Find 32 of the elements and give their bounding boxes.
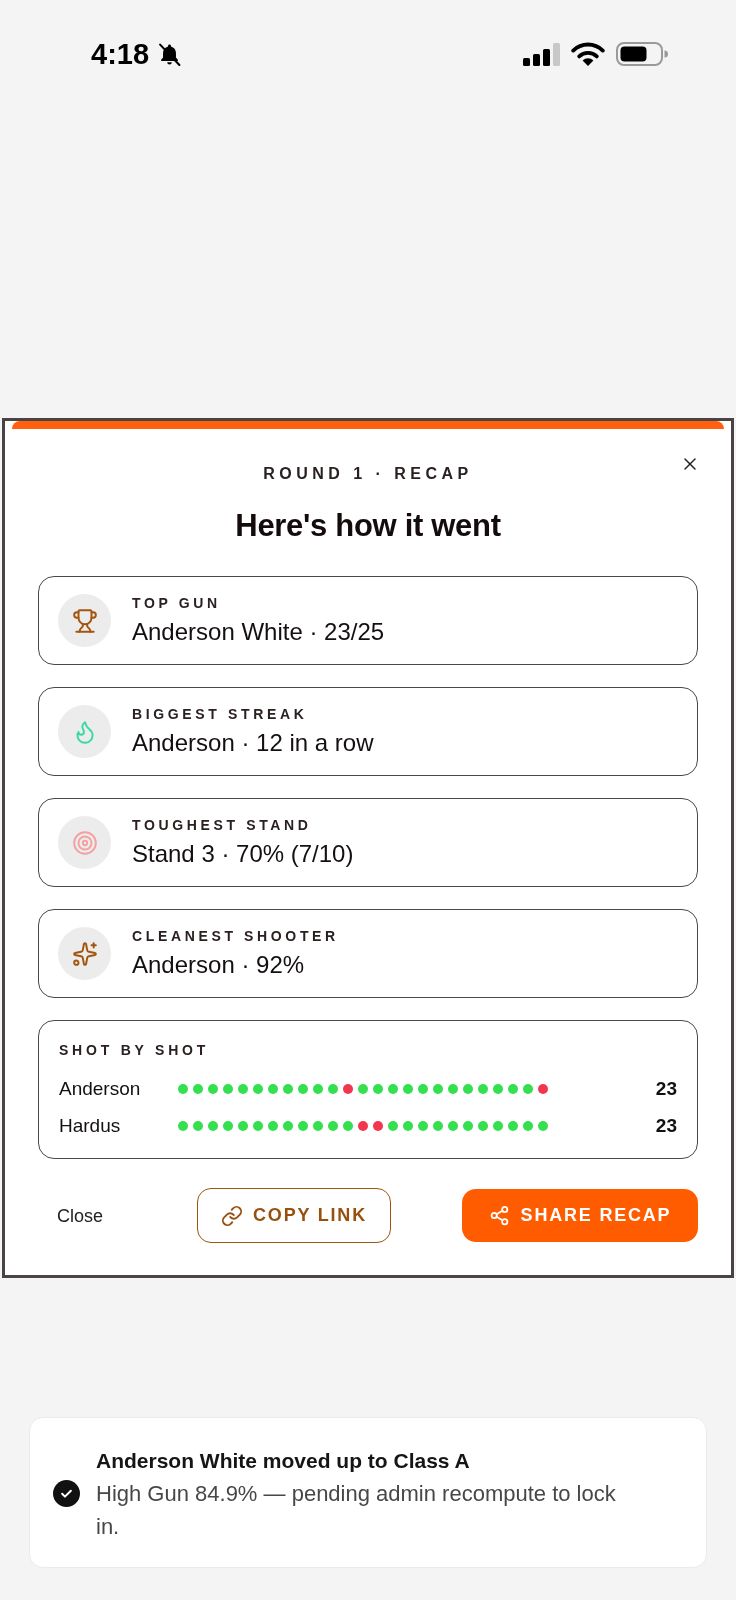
modal-eyebrow: ROUND 1 · RECAP	[263, 464, 473, 484]
stat-value: Stand 3 · 70% (7/10)	[132, 839, 354, 869]
player-score: 23	[655, 1114, 677, 1138]
stat-label: TOP GUN	[132, 594, 222, 612]
trophy-icon	[58, 594, 111, 647]
toast-title: Anderson White moved up to Class A	[96, 1448, 471, 1474]
sparkles-icon	[58, 927, 111, 980]
stat-value: Anderson · 12 in a row	[132, 728, 374, 758]
target-icon	[58, 816, 111, 869]
toast-message: High Gun 84.9% — pending admin recompute to lock in.	[96, 1480, 617, 1541]
copy-link-button[interactable]: COPY LINK	[197, 1188, 391, 1243]
player-name: Anderson	[59, 1077, 142, 1101]
stat-label: TOUGHEST STAND	[132, 816, 313, 834]
close-button[interactable]: Close	[57, 1203, 104, 1228]
modal-title: Here's how it went	[234, 507, 502, 545]
section-heading: SHOT BY SHOT	[59, 1041, 211, 1059]
signal-icon	[523, 42, 560, 66]
check-icon	[53, 1480, 80, 1507]
battery-icon	[616, 42, 668, 66]
player-name: Hardus	[59, 1114, 122, 1138]
wifi-icon	[571, 42, 605, 66]
clock-time: 4:18	[91, 39, 150, 69]
stat-label: BIGGEST STREAK	[132, 705, 309, 723]
link-icon	[221, 1204, 244, 1227]
stat-value: Anderson · 92%	[132, 950, 306, 980]
flame-icon	[58, 705, 111, 758]
share-recap-button[interactable]: SHARE RECAP	[462, 1189, 698, 1242]
share-icon	[488, 1205, 510, 1226]
stat-label: CLEANEST SHOOTER	[132, 927, 339, 945]
muted-bell-icon	[157, 41, 183, 67]
player-score: 23	[655, 1077, 677, 1101]
stat-value: Anderson White · 23/25	[132, 617, 385, 647]
